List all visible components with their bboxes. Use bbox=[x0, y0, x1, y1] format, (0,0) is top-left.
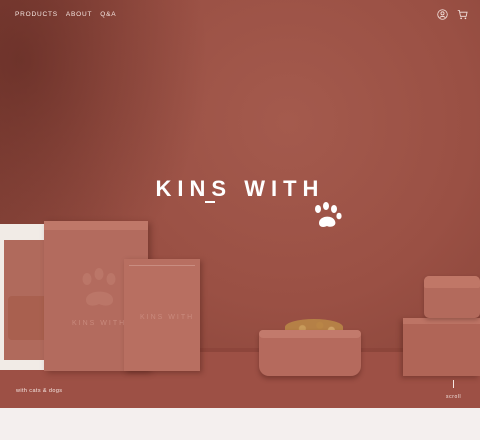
nav-link-qa[interactable]: Q&A bbox=[100, 11, 116, 18]
bowl-rim bbox=[259, 330, 361, 338]
card-rule bbox=[129, 265, 195, 266]
nav-icons bbox=[437, 9, 468, 20]
paw-icon bbox=[315, 202, 342, 227]
jar-lid bbox=[424, 276, 480, 288]
scroll-line bbox=[452, 380, 454, 388]
hero-section: PRODUCTS ABOUT Q&A KINS WITH KINS WITH K… bbox=[0, 0, 480, 408]
nav-link-products[interactable]: PRODUCTS bbox=[15, 11, 58, 18]
account-icon[interactable] bbox=[437, 9, 448, 20]
box-embossed-label: KINS WITH bbox=[72, 320, 127, 327]
card-embossed-label: KINS WITH bbox=[140, 314, 195, 321]
nav-link-about[interactable]: ABOUT bbox=[66, 11, 92, 18]
scroll-indicator[interactable]: scroll bbox=[446, 380, 462, 400]
logo-underline bbox=[205, 201, 215, 203]
brand-logo: KINS WITH bbox=[155, 176, 325, 201]
display-block-top bbox=[403, 318, 480, 324]
cart-icon[interactable] bbox=[457, 9, 468, 20]
scroll-label: scroll bbox=[446, 394, 462, 400]
paw-emboss-icon bbox=[82, 268, 116, 306]
hero-tagline: with cats & dogs bbox=[16, 388, 63, 394]
product-box-top bbox=[44, 221, 148, 230]
display-block bbox=[403, 318, 480, 376]
main-nav: PRODUCTS ABOUT Q&A bbox=[15, 11, 116, 18]
